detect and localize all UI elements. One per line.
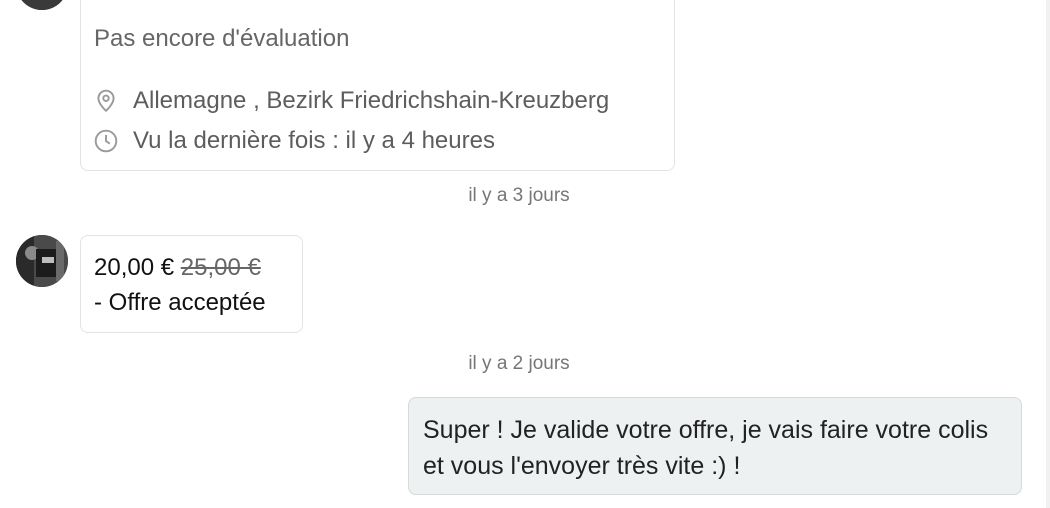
location-text: Allemagne , Bezirk Friedrichshain-Kreuzb… bbox=[133, 87, 610, 114]
location-pin-icon bbox=[93, 88, 119, 114]
rating-text: Pas encore d'évaluation bbox=[94, 25, 350, 52]
last-seen-row: Vu la dernière fois : il y a 4 heures bbox=[93, 125, 495, 157]
message-timestamp: il y a 3 jours bbox=[468, 185, 570, 206]
offer-status: - Offre acceptée bbox=[94, 289, 266, 316]
scrollbar[interactable] bbox=[1046, 0, 1050, 508]
profile-info-card: Pas encore d'évaluation Allemagne , Bezi… bbox=[80, 0, 675, 171]
offer-old-price: 25,00 € bbox=[180, 254, 261, 281]
clock-icon bbox=[93, 128, 119, 154]
sent-message-text: Super ! Je valide votre offre, je vais f… bbox=[423, 416, 989, 480]
location-row: Allemagne , Bezirk Friedrichshain-Kreuzb… bbox=[93, 85, 609, 117]
avatar-photo bbox=[16, 0, 68, 10]
offer-new-price: 20,00 € bbox=[94, 254, 175, 281]
offer-price-line: 20,00 € 25,00 € bbox=[94, 254, 261, 282]
last-seen-text: Vu la dernière fois : il y a 4 heures bbox=[133, 127, 495, 154]
sender-avatar-top[interactable] bbox=[16, 0, 68, 10]
message-timestamp: il y a 2 jours bbox=[468, 353, 570, 374]
sender-avatar[interactable] bbox=[16, 235, 68, 287]
sent-message-bubble[interactable]: Super ! Je valide votre offre, je vais f… bbox=[408, 397, 1022, 495]
offer-card[interactable]: 20,00 € 25,00 € - Offre acceptée bbox=[80, 235, 303, 333]
avatar-photo bbox=[16, 235, 68, 287]
